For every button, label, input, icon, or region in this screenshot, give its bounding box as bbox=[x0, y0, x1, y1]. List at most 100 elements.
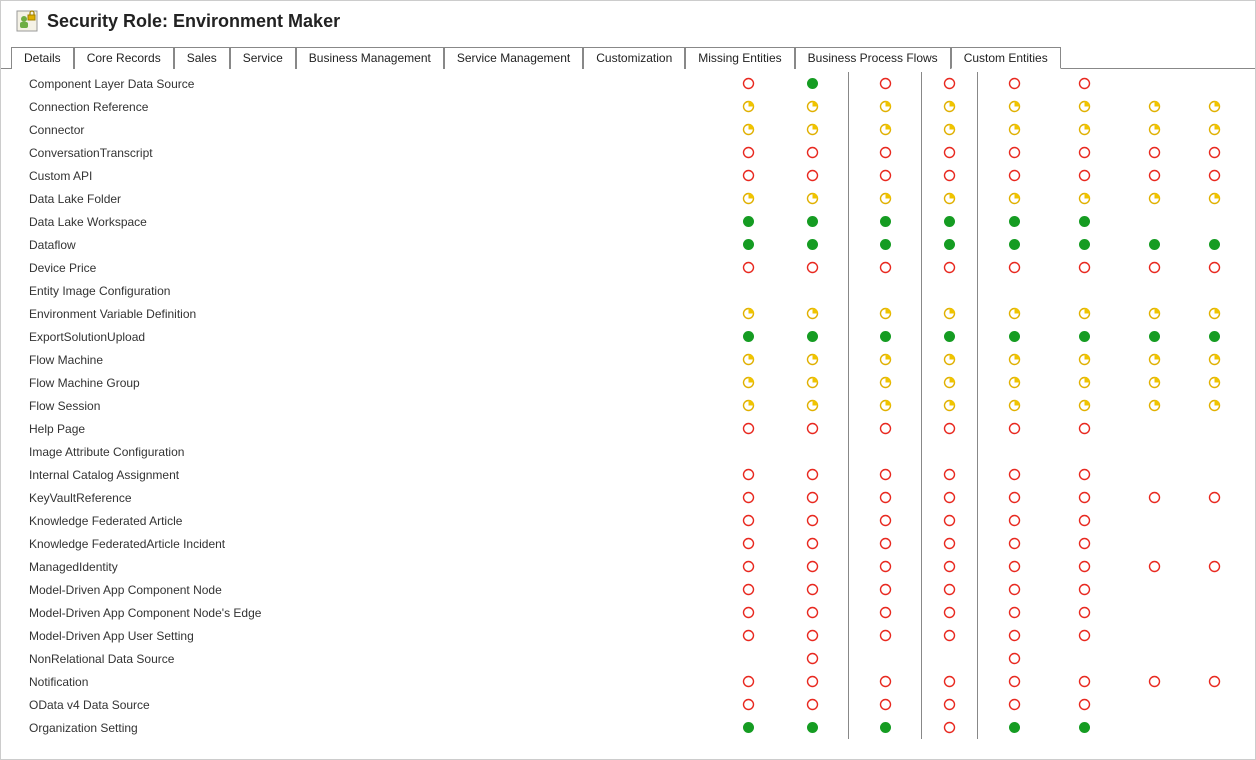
privilege-cell[interactable] bbox=[848, 95, 922, 118]
privilege-none-icon[interactable] bbox=[1208, 675, 1221, 688]
privilege-cell[interactable] bbox=[922, 532, 978, 555]
privilege-cell[interactable] bbox=[1050, 164, 1118, 187]
privilege-cell[interactable] bbox=[848, 210, 922, 233]
privilege-none-icon[interactable] bbox=[1008, 261, 1021, 274]
privilege-cell[interactable] bbox=[1050, 463, 1118, 486]
privilege-user-icon[interactable] bbox=[879, 399, 892, 412]
privilege-organization-icon[interactable] bbox=[742, 721, 755, 734]
privilege-cell[interactable] bbox=[776, 624, 848, 647]
privilege-user-icon[interactable] bbox=[1078, 192, 1091, 205]
privilege-cell[interactable] bbox=[1050, 532, 1118, 555]
privilege-none-icon[interactable] bbox=[879, 606, 892, 619]
privilege-cell[interactable] bbox=[1050, 72, 1118, 95]
privilege-cell[interactable] bbox=[848, 256, 922, 279]
privilege-organization-icon[interactable] bbox=[879, 215, 892, 228]
privilege-cell[interactable] bbox=[978, 371, 1050, 394]
privilege-cell[interactable] bbox=[922, 670, 978, 693]
privilege-none-icon[interactable] bbox=[1008, 514, 1021, 527]
privilege-none-icon[interactable] bbox=[806, 583, 819, 596]
privilege-cell[interactable] bbox=[848, 417, 922, 440]
privilege-cell[interactable] bbox=[776, 647, 848, 670]
privilege-cell[interactable] bbox=[1050, 693, 1118, 716]
privilege-user-icon[interactable] bbox=[806, 376, 819, 389]
privilege-none-icon[interactable] bbox=[806, 675, 819, 688]
privilege-cell[interactable] bbox=[922, 302, 978, 325]
privilege-none-icon[interactable] bbox=[806, 698, 819, 711]
privilege-user-icon[interactable] bbox=[1208, 100, 1221, 113]
privilege-cell[interactable] bbox=[922, 624, 978, 647]
privilege-user-icon[interactable] bbox=[742, 307, 755, 320]
privilege-cell[interactable] bbox=[922, 348, 978, 371]
privilege-cell[interactable] bbox=[1190, 302, 1238, 325]
privilege-none-icon[interactable] bbox=[1208, 146, 1221, 159]
privilege-none-icon[interactable] bbox=[1008, 583, 1021, 596]
privilege-organization-icon[interactable] bbox=[1008, 238, 1021, 251]
privilege-cell[interactable] bbox=[721, 624, 776, 647]
privilege-cell[interactable] bbox=[922, 72, 978, 95]
privilege-cell[interactable] bbox=[848, 325, 922, 348]
privilege-organization-icon[interactable] bbox=[879, 330, 892, 343]
privilege-none-icon[interactable] bbox=[1078, 675, 1091, 688]
privilege-organization-icon[interactable] bbox=[1008, 721, 1021, 734]
privilege-none-icon[interactable] bbox=[1078, 146, 1091, 159]
privilege-cell[interactable] bbox=[1050, 210, 1118, 233]
privilege-none-icon[interactable] bbox=[806, 261, 819, 274]
privilege-none-icon[interactable] bbox=[1148, 146, 1161, 159]
privilege-cell[interactable] bbox=[848, 555, 922, 578]
privilege-none-icon[interactable] bbox=[1208, 261, 1221, 274]
privilege-user-icon[interactable] bbox=[1008, 192, 1021, 205]
privilege-cell[interactable] bbox=[1050, 601, 1118, 624]
privilege-cell[interactable] bbox=[1118, 118, 1190, 141]
privilege-user-icon[interactable] bbox=[879, 353, 892, 366]
privilege-none-icon[interactable] bbox=[879, 629, 892, 642]
privilege-none-icon[interactable] bbox=[1008, 675, 1021, 688]
privilege-cell[interactable] bbox=[721, 394, 776, 417]
privilege-none-icon[interactable] bbox=[943, 514, 956, 527]
privilege-cell[interactable] bbox=[776, 233, 848, 256]
privilege-organization-icon[interactable] bbox=[1148, 330, 1161, 343]
tab-business-management[interactable]: Business Management bbox=[296, 47, 444, 69]
privilege-cell[interactable] bbox=[776, 417, 848, 440]
privilege-cell[interactable] bbox=[978, 486, 1050, 509]
privilege-cell[interactable] bbox=[776, 486, 848, 509]
privilege-cell[interactable] bbox=[721, 348, 776, 371]
privilege-none-icon[interactable] bbox=[1078, 583, 1091, 596]
privilege-none-icon[interactable] bbox=[879, 77, 892, 90]
privilege-none-icon[interactable] bbox=[742, 146, 755, 159]
privilege-cell[interactable] bbox=[978, 624, 1050, 647]
privilege-user-icon[interactable] bbox=[806, 192, 819, 205]
privilege-none-icon[interactable] bbox=[1008, 169, 1021, 182]
privilege-cell[interactable] bbox=[1118, 555, 1190, 578]
privilege-user-icon[interactable] bbox=[879, 123, 892, 136]
tab-core-records[interactable]: Core Records bbox=[74, 47, 174, 69]
privilege-cell[interactable] bbox=[848, 302, 922, 325]
tab-custom-entities[interactable]: Custom Entities bbox=[951, 47, 1061, 69]
privilege-cell[interactable] bbox=[848, 532, 922, 555]
privilege-cell[interactable] bbox=[978, 72, 1050, 95]
privilege-cell[interactable] bbox=[978, 118, 1050, 141]
privilege-cell[interactable] bbox=[848, 509, 922, 532]
privilege-cell[interactable] bbox=[922, 716, 978, 739]
privilege-cell[interactable] bbox=[721, 555, 776, 578]
privilege-none-icon[interactable] bbox=[879, 169, 892, 182]
privilege-user-icon[interactable] bbox=[1008, 376, 1021, 389]
privilege-cell[interactable] bbox=[978, 348, 1050, 371]
privilege-cell[interactable] bbox=[721, 716, 776, 739]
privilege-none-icon[interactable] bbox=[1078, 629, 1091, 642]
privilege-cell[interactable] bbox=[978, 325, 1050, 348]
privilege-none-icon[interactable] bbox=[943, 261, 956, 274]
privilege-none-icon[interactable] bbox=[742, 675, 755, 688]
privilege-user-icon[interactable] bbox=[1078, 353, 1091, 366]
privilege-cell[interactable] bbox=[1118, 164, 1190, 187]
privilege-cell[interactable] bbox=[848, 348, 922, 371]
privilege-cell[interactable] bbox=[978, 95, 1050, 118]
privilege-user-icon[interactable] bbox=[879, 376, 892, 389]
privilege-none-icon[interactable] bbox=[742, 261, 755, 274]
privilege-cell[interactable] bbox=[721, 164, 776, 187]
privilege-user-icon[interactable] bbox=[1208, 123, 1221, 136]
privilege-cell[interactable] bbox=[776, 95, 848, 118]
privilege-cell[interactable] bbox=[1050, 670, 1118, 693]
privilege-none-icon[interactable] bbox=[806, 491, 819, 504]
privilege-none-icon[interactable] bbox=[1148, 491, 1161, 504]
privilege-cell[interactable] bbox=[1190, 555, 1238, 578]
